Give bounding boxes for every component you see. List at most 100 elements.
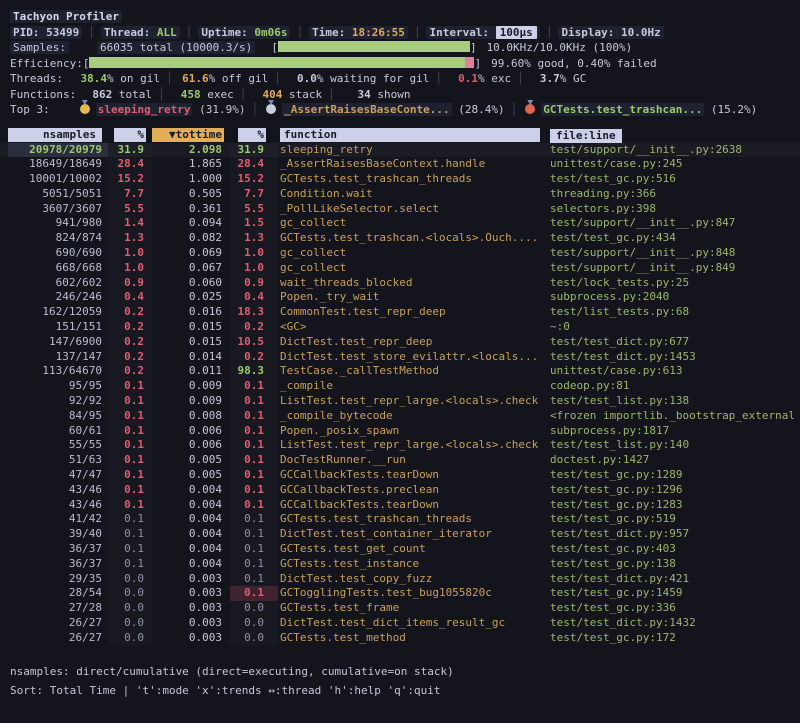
process-info-line: PID: 53499│Thread: ALL│Uptime: 0m06s│Tim… [10, 25, 800, 41]
profiler-header: Tachyon Profiler PID: 53499│Thread: ALL│… [0, 0, 800, 118]
table-row[interactable]: 95/95 0.1 0.009 0.1 _compile codeop.py:8… [0, 379, 800, 394]
stat-segment: 404 stack│ [252, 88, 340, 101]
table-row[interactable]: 60/61 0.1 0.006 0.1 Popen._posix_spawn s… [0, 424, 800, 439]
segment-divider: │ [88, 26, 95, 39]
table-row[interactable]: 147/6900 0.2 0.015 10.5 DictTest.test_re… [0, 335, 800, 350]
samples-rate-text: 10.0KHz/10.0KHz (100%) [487, 41, 633, 54]
info-label: Interval: [429, 26, 489, 39]
cell-file-line: test/test_list.py:138 [540, 394, 800, 409]
stat-segment: 3.7% GC│ [530, 72, 587, 85]
table-row[interactable]: 28/54 0.0 0.003 0.1 GCTogglingTests.test… [0, 586, 800, 601]
table-row[interactable]: 162/12059 0.2 0.016 18.3 CommonTest.test… [0, 305, 800, 320]
cell-cumulative-pct: 98.3 [230, 364, 278, 379]
table-row[interactable]: 43/46 0.1 0.004 0.1 GCCallbackTests.prec… [0, 483, 800, 498]
top3-entry[interactable]: sleeping_retry (31.9%)│ [78, 103, 264, 116]
table-row[interactable]: 84/95 0.1 0.008 0.1 _compile_bytecode <f… [0, 409, 800, 424]
cell-function: ListTest.test_repr_large.<locals>.check [278, 438, 540, 453]
cell-nsamples: 20978/20979 [8, 143, 108, 158]
cell-function: DictTest.test_repr_deep [278, 335, 540, 350]
table-row[interactable]: 824/874 1.3 0.082 1.3 GCTests.test_trash… [0, 231, 800, 246]
column-header-file-line[interactable]: file:line [540, 128, 800, 143]
stat-value: 38.4 [77, 71, 107, 87]
table-row[interactable]: 41/42 0.1 0.004 0.1 GCTests.test_trashca… [0, 512, 800, 527]
cell-function: ListTest.test_repr_large.<locals>.check [278, 394, 540, 409]
table-row[interactable]: 27/28 0.0 0.003 0.0 GCTests.test_frame t… [0, 601, 800, 616]
functions-segments: 862 total│458 exec│404 stack│34 shown│ [82, 88, 410, 101]
cell-nsamples: 18649/18649 [8, 157, 108, 172]
table-row[interactable]: 29/35 0.0 0.003 0.1 DictTest.test_copy_f… [0, 572, 800, 587]
top3-entry[interactable]: _AssertRaisesBaseConte... (28.4%)│ [264, 103, 523, 116]
cell-function: GCTests.test_trashcan_threads [278, 512, 540, 527]
table-row[interactable]: 26/27 0.0 0.003 0.0 DictTest.test_dict_i… [0, 616, 800, 631]
segment-divider: │ [240, 88, 247, 101]
cell-function: Popen._posix_spawn [278, 424, 540, 439]
table-row[interactable]: 10001/10002 15.2 1.000 15.2 GCTests.test… [0, 172, 800, 187]
cell-file-line: selectors.py:398 [540, 202, 800, 217]
cell-cumulative-pct: 0.1 [230, 394, 278, 409]
cell-cumulative-pct: 0.2 [230, 350, 278, 365]
cell-file-line: test/lock_tests.py:25 [540, 276, 800, 291]
table-row[interactable]: 43/46 0.1 0.004 0.1 GCCallbackTests.tear… [0, 498, 800, 513]
cell-nsamples: 3607/3607 [8, 202, 108, 217]
stat-segment: 0.0% waiting for gil│ [287, 72, 448, 85]
cell-cumulative-pct: 0.0 [230, 616, 278, 631]
segment-divider: │ [296, 26, 303, 39]
table-row[interactable]: 36/37 0.1 0.004 0.1 GCTests.test_get_cou… [0, 542, 800, 557]
stat-segment: 862 total│ [82, 88, 170, 101]
cell-tottime: 0.060 [152, 276, 230, 291]
cell-tottime: 1.000 [152, 172, 230, 187]
table-row[interactable]: 18649/18649 28.4 1.865 28.4 _AssertRaise… [0, 157, 800, 172]
samples-bar-close: ] [470, 41, 477, 54]
table-row[interactable]: 151/151 0.2 0.015 0.2 <GC> ~:0 [0, 320, 800, 335]
table-row[interactable]: 668/668 1.0 0.067 1.0 gc_collect test/su… [0, 261, 800, 276]
table-row[interactable]: 39/40 0.1 0.004 0.1 DictTest.test_contai… [0, 527, 800, 542]
segment-divider: │ [435, 72, 442, 85]
cell-file-line: test/test_dict.py:421 [540, 572, 800, 587]
table-row[interactable]: 51/63 0.1 0.005 0.1 DocTestRunner.__run … [0, 453, 800, 468]
efficiency-bar-open: [ [83, 57, 90, 70]
info-value: 53499 [46, 26, 79, 39]
functions-label: Functions: [10, 88, 76, 101]
cell-direct-pct: 0.2 [108, 335, 152, 350]
cell-nsamples: 95/95 [8, 379, 108, 394]
column-header-function[interactable]: function [278, 128, 540, 143]
cell-direct-pct: 1.0 [108, 246, 152, 261]
table-row[interactable]: 55/55 0.1 0.006 0.1 ListTest.test_repr_l… [0, 438, 800, 453]
table-row[interactable]: 602/602 0.9 0.060 0.9 wait_threads_block… [0, 276, 800, 291]
cell-function: DictTest.test_dict_items_result_gc [278, 616, 540, 631]
cell-file-line: test/test_dict.py:1453 [540, 350, 800, 365]
cell-tottime: 0.361 [152, 202, 230, 217]
table-row[interactable]: 36/37 0.1 0.004 0.1 GCTests.test_instanc… [0, 557, 800, 572]
table-row[interactable]: 690/690 1.0 0.069 1.0 gc_collect test/su… [0, 246, 800, 261]
stat-value: 0.1 [448, 71, 478, 87]
table-row[interactable]: 26/27 0.0 0.003 0.0 GCTests.test_method … [0, 631, 800, 646]
column-header-direct-pct[interactable]: % [108, 128, 152, 143]
cell-cumulative-pct: 0.1 [230, 409, 278, 424]
column-header-cumulative-pct[interactable]: % [230, 128, 278, 143]
segment-divider: │ [517, 72, 524, 85]
top3-entry[interactable]: GCTests.test_trashcan... (15.2%)│ [523, 103, 757, 116]
cell-tottime: 0.003 [152, 601, 230, 616]
segment-divider: │ [511, 103, 518, 116]
table-row[interactable]: 20978/20979 31.9 2.098 31.9 sleeping_ret… [0, 143, 800, 158]
column-header-nsamples[interactable]: nsamples [8, 128, 108, 143]
table-row[interactable]: 5051/5051 7.7 0.505 7.7 Condition.wait t… [0, 187, 800, 202]
table-row[interactable]: 246/246 0.4 0.025 0.4 Popen._try_wait su… [0, 290, 800, 305]
column-header-tottime-sorted[interactable]: ▼tottime [152, 128, 230, 143]
functions-line: Functions:862 total│458 exec│404 stack│3… [10, 87, 800, 103]
stat-value: 61.6 [179, 71, 209, 87]
table-row[interactable]: 92/92 0.1 0.009 0.1 ListTest.test_repr_l… [0, 394, 800, 409]
cell-file-line: test/support/__init__.py:2638 [540, 143, 800, 158]
cell-cumulative-pct: 0.1 [230, 542, 278, 557]
top3-percent: (31.9%) [199, 103, 245, 116]
cell-direct-pct: 28.4 [108, 157, 152, 172]
table-row[interactable]: 3607/3607 5.5 0.361 5.5 _PollLikeSelecto… [0, 202, 800, 217]
table-row[interactable]: 137/147 0.2 0.014 0.2 DictTest.test_stor… [0, 350, 800, 365]
top3-percent: (28.4%) [458, 103, 504, 116]
cell-file-line: unittest/case.py:245 [540, 157, 800, 172]
table-row[interactable]: 941/980 1.4 0.094 1.5 gc_collect test/su… [0, 216, 800, 231]
table-row[interactable]: 47/47 0.1 0.005 0.1 GCCallbackTests.tear… [0, 468, 800, 483]
stat-segment: 34 shown│ [341, 88, 411, 101]
table-row[interactable]: 113/64670 0.2 0.011 98.3 TestCase._callT… [0, 364, 800, 379]
cell-cumulative-pct: 0.1 [230, 424, 278, 439]
